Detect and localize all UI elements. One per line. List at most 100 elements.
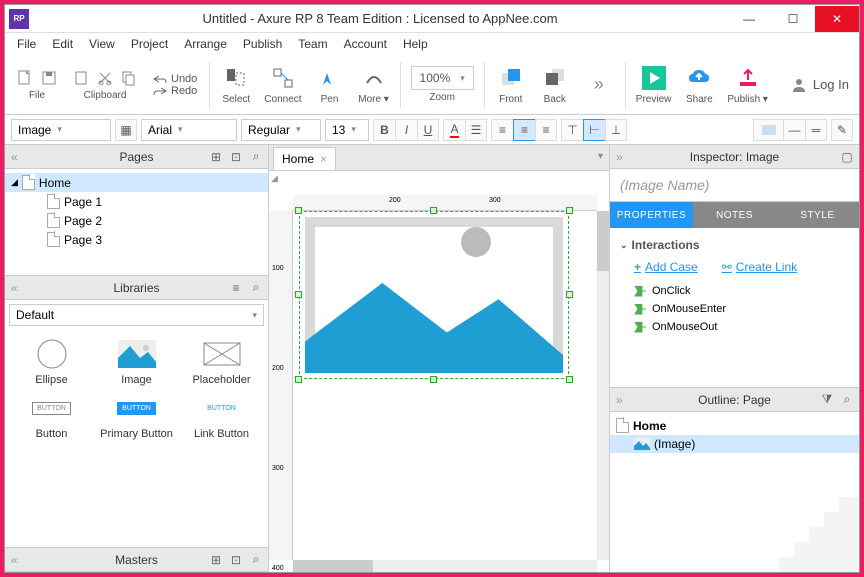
- page-1[interactable]: Page 1: [5, 192, 268, 211]
- canvas[interactable]: [293, 211, 597, 560]
- lib-menu-icon[interactable]: ≡: [228, 280, 244, 296]
- font-select[interactable]: Arial: [141, 119, 237, 141]
- valign-top-button[interactable]: ⊤: [561, 119, 583, 141]
- lib-button[interactable]: BUTTONButton: [11, 392, 92, 440]
- resize-handle[interactable]: [295, 376, 302, 383]
- bullets-button[interactable]: ☰: [465, 119, 487, 141]
- cut-icon[interactable]: [95, 68, 115, 88]
- valign-mid-button[interactable]: ⊢: [583, 119, 605, 141]
- menu-account[interactable]: Account: [338, 35, 393, 53]
- outline-image[interactable]: (Image): [610, 435, 859, 453]
- lib-placeholder[interactable]: Placeholder: [181, 338, 262, 386]
- lib-link-button[interactable]: BUTTONLink Button: [181, 392, 262, 440]
- selected-image-widget[interactable]: [299, 211, 569, 379]
- copy-icon[interactable]: [119, 68, 139, 88]
- more-tool[interactable]: More ▾: [354, 62, 394, 107]
- resize-handle[interactable]: [566, 376, 573, 383]
- search-icon[interactable]: ⌕: [248, 552, 264, 568]
- event-onmouseenter[interactable]: OnMouseEnter: [626, 300, 843, 318]
- collapse-icon[interactable]: »: [616, 393, 623, 407]
- tab-home[interactable]: Home×: [273, 147, 336, 170]
- login-button[interactable]: Log In: [787, 75, 853, 95]
- overflow-tool[interactable]: »: [579, 69, 619, 101]
- collapse-icon[interactable]: «: [11, 553, 18, 567]
- size-select[interactable]: 13: [325, 119, 369, 141]
- preview-tool[interactable]: Preview: [632, 62, 676, 107]
- pen-tool[interactable]: Pen: [310, 62, 350, 107]
- resize-handle[interactable]: [295, 207, 302, 214]
- search-icon[interactable]: ⌕: [839, 392, 855, 408]
- note-icon[interactable]: ▢: [839, 149, 855, 165]
- close-button[interactable]: ✕: [815, 6, 859, 32]
- add-case-link[interactable]: +Add Case: [634, 260, 698, 274]
- resize-handle[interactable]: [295, 291, 302, 298]
- library-select[interactable]: Default▾: [9, 304, 264, 326]
- resize-handle[interactable]: [430, 207, 437, 214]
- fill-button[interactable]: [753, 119, 783, 141]
- save-icon[interactable]: [39, 68, 59, 88]
- align-left-button[interactable]: ≡: [491, 119, 513, 141]
- redo-button[interactable]: Redo: [153, 85, 197, 97]
- resize-handle[interactable]: [566, 291, 573, 298]
- new-icon[interactable]: [15, 68, 35, 88]
- menu-publish[interactable]: Publish: [237, 35, 288, 53]
- connect-tool[interactable]: Connect: [260, 62, 305, 107]
- collapse-icon[interactable]: »: [616, 150, 623, 164]
- page-home[interactable]: ◢Home: [5, 173, 268, 192]
- italic-button[interactable]: I: [395, 119, 417, 141]
- add-folder-icon[interactable]: ⊡: [228, 552, 244, 568]
- maximize-button[interactable]: ☐: [771, 6, 815, 32]
- widget-type-select[interactable]: Image: [11, 119, 111, 141]
- align-right-button[interactable]: ≡: [535, 119, 557, 141]
- bold-button[interactable]: B: [373, 119, 395, 141]
- resize-handle[interactable]: [430, 376, 437, 383]
- select-tool[interactable]: Select: [216, 62, 256, 107]
- share-tool[interactable]: Share: [679, 62, 719, 107]
- event-onclick[interactable]: OnClick: [626, 282, 843, 300]
- close-icon[interactable]: ×: [320, 152, 327, 166]
- add-folder-icon[interactable]: ⊡: [228, 149, 244, 165]
- line-button[interactable]: —: [783, 119, 805, 141]
- weight-select[interactable]: Regular: [241, 119, 321, 141]
- front-tool[interactable]: Front: [491, 62, 531, 107]
- note-icon[interactable]: ▦: [115, 119, 137, 141]
- align-center-button[interactable]: ≡: [513, 119, 535, 141]
- interactions-section[interactable]: ⌄Interactions: [614, 234, 855, 256]
- resize-handle[interactable]: [566, 207, 573, 214]
- linestyle-button[interactable]: ═: [805, 119, 827, 141]
- scrollbar-horizontal[interactable]: [293, 560, 597, 572]
- publish-tool[interactable]: Publish ▾: [723, 62, 772, 107]
- minimize-button[interactable]: —: [727, 6, 771, 32]
- add-page-icon[interactable]: ⊞: [208, 149, 224, 165]
- lib-primary-button[interactable]: BUTTONPrimary Button: [96, 392, 177, 440]
- collapse-icon[interactable]: «: [11, 150, 18, 164]
- back-tool[interactable]: Back: [535, 62, 575, 107]
- paste-icon[interactable]: [71, 68, 91, 88]
- lib-ellipse[interactable]: Ellipse: [11, 338, 92, 386]
- clipboard-group[interactable]: Clipboard: [67, 66, 143, 103]
- scrollbar-vertical[interactable]: [597, 211, 609, 560]
- menu-arrange[interactable]: Arrange: [178, 35, 233, 53]
- search-icon[interactable]: ⌕: [248, 280, 264, 296]
- underline-button[interactable]: U: [417, 119, 439, 141]
- eyedropper-button[interactable]: ✎: [831, 119, 853, 141]
- outline-root[interactable]: Home: [610, 416, 859, 435]
- event-onmouseout[interactable]: OnMouseOut: [626, 318, 843, 336]
- menu-help[interactable]: Help: [397, 35, 434, 53]
- zoom-group[interactable]: 100%▾ Zoom: [407, 64, 478, 105]
- valign-bot-button[interactable]: ⊥: [605, 119, 627, 141]
- filter-icon[interactable]: ⧩: [819, 392, 835, 408]
- menu-team[interactable]: Team: [292, 35, 333, 53]
- zoom-select[interactable]: 100%▾: [411, 66, 474, 90]
- page-2[interactable]: Page 2: [5, 211, 268, 230]
- tab-notes[interactable]: NOTES: [693, 202, 776, 228]
- add-master-icon[interactable]: ⊞: [208, 552, 224, 568]
- tab-style[interactable]: STYLE: [776, 202, 859, 228]
- widget-name-input[interactable]: (Image Name): [610, 169, 859, 202]
- undo-button[interactable]: Undo: [153, 73, 197, 85]
- menu-project[interactable]: Project: [125, 35, 174, 53]
- menu-view[interactable]: View: [83, 35, 121, 53]
- create-link-link[interactable]: ⚯Create Link: [722, 260, 797, 274]
- collapse-icon[interactable]: «: [11, 281, 18, 295]
- tab-properties[interactable]: PROPERTIES: [610, 202, 693, 228]
